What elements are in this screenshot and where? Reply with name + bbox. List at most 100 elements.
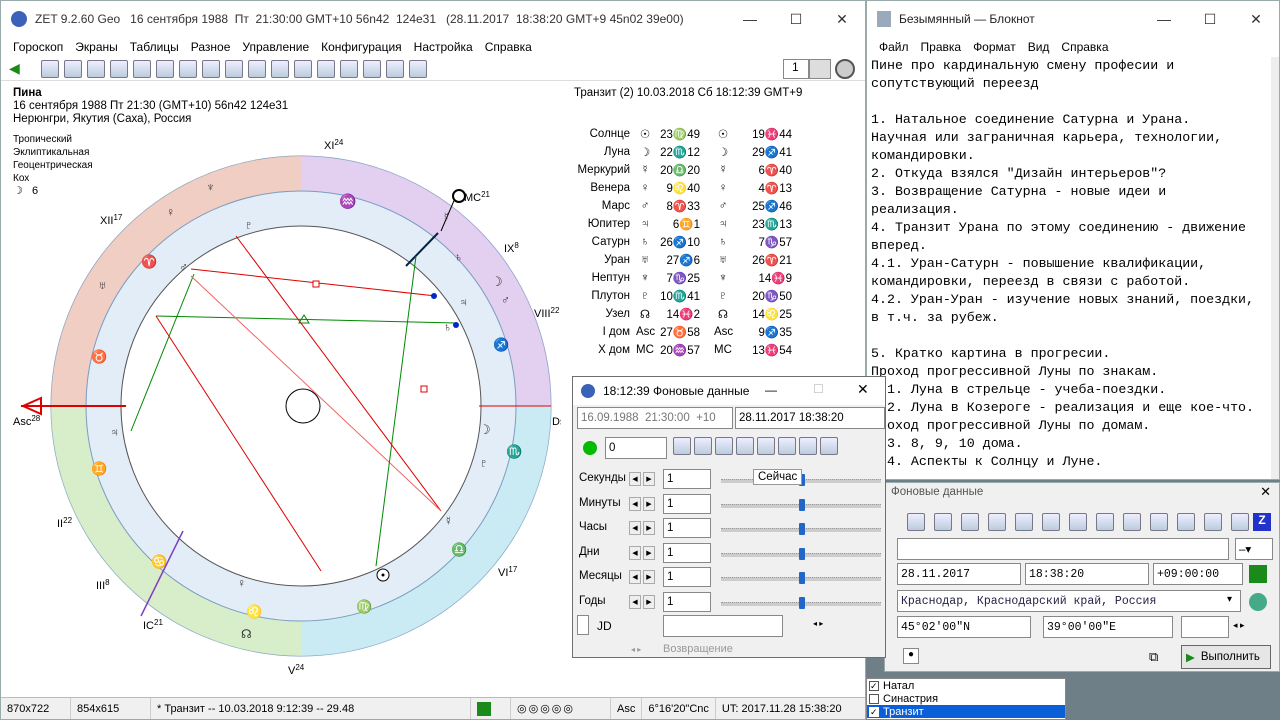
list-icon[interactable]: [293, 59, 312, 78]
row-inc-arrow-icon[interactable]: ▶: [643, 496, 655, 511]
row-step-field[interactable]: 1: [663, 567, 711, 587]
row-step-field[interactable]: 1: [663, 493, 711, 514]
row-inc-arrow-icon[interactable]: ▶: [643, 472, 655, 486]
row-dec-arrow-icon[interactable]: ◀: [629, 496, 641, 511]
bg-panel-lon[interactable]: 39°00'00"E: [1043, 616, 1173, 638]
prev-icon[interactable]: [799, 437, 817, 455]
menu-tables[interactable]: Таблицы: [130, 40, 179, 54]
wand-icon[interactable]: [178, 59, 197, 78]
np-menu-file[interactable]: Файл: [879, 40, 909, 54]
sun-icon[interactable]: [362, 59, 381, 78]
clipboard-icon[interactable]: [907, 513, 925, 531]
bg-panel-place[interactable]: Краснодар, Краснодарский край, Россия: [897, 590, 1241, 612]
circle-icon[interactable]: [1204, 513, 1222, 531]
notepad-close-icon[interactable]: ✕: [1233, 1, 1279, 37]
planet-icon[interactable]: [316, 59, 335, 78]
bg-panel-close-icon[interactable]: ✕: [1260, 484, 1271, 500]
chart-icon[interactable]: [86, 59, 105, 78]
np-menu-help[interactable]: Справка: [1061, 40, 1108, 54]
bg-dialog-counter[interactable]: 0: [605, 437, 667, 459]
heart-icon[interactable]: [247, 59, 266, 78]
menu-help[interactable]: Справка: [485, 40, 532, 54]
swap-icon[interactable]: [1177, 513, 1195, 531]
check-transit-box[interactable]: ✓: [869, 706, 879, 717]
sun-icon[interactable]: [694, 437, 712, 455]
notepad-minimize-icon[interactable]: —: [1141, 1, 1187, 37]
menu-control[interactable]: Управление: [242, 40, 309, 54]
swap-icon[interactable]: [673, 437, 691, 455]
bg-dialog-jd-arrows[interactable]: ◂ ▸: [813, 619, 823, 628]
bg-panel-date[interactable]: 28.11.2017: [897, 563, 1021, 585]
calendar-icon[interactable]: [224, 59, 243, 78]
ring-icon[interactable]: [1150, 513, 1168, 531]
menu-misc[interactable]: Разное: [191, 40, 231, 54]
bg-panel-tz[interactable]: +09:00:00: [1153, 563, 1243, 585]
bg-dialog-date-right[interactable]: 28.11.2017 18:38:20: [735, 407, 885, 429]
bg-dialog-jd-field[interactable]: [663, 615, 783, 637]
notepad-maximize-icon[interactable]: ☐: [1187, 1, 1233, 37]
row-inc-arrow-icon[interactable]: ▶: [643, 545, 655, 560]
row-step-field[interactable]: 1: [663, 542, 711, 563]
counter-spinner[interactable]: [809, 59, 831, 79]
k-icon[interactable]: [1042, 513, 1060, 531]
chart-counter[interactable]: 1: [783, 59, 809, 79]
row-inc-arrow-icon[interactable]: ▶: [643, 594, 655, 609]
notepad-textarea[interactable]: Пине про кардинальную смену професии и со…: [871, 57, 1271, 471]
calendar-icon[interactable]: [1015, 513, 1033, 531]
row-dec-arrow-icon[interactable]: ◀: [629, 545, 641, 560]
bg-panel-place-dropdown-icon[interactable]: ▾: [1227, 594, 1232, 605]
np-menu-edit[interactable]: Правка: [921, 40, 962, 54]
circle-icon[interactable]: [715, 437, 733, 455]
plug-icon[interactable]: [408, 59, 427, 78]
star-icon[interactable]: [132, 59, 151, 78]
bg-panel-copy-icon[interactable]: ⧉: [1149, 649, 1158, 665]
paste-icon[interactable]: [934, 513, 952, 531]
bg-dialog-green-dot[interactable]: [583, 441, 597, 455]
row-inc-arrow-icon[interactable]: ▶: [643, 521, 655, 535]
bg-dialog-return-arrows[interactable]: ◂ ▸: [631, 645, 641, 654]
row-step-field[interactable]: 1: [663, 591, 711, 612]
wheel-icon[interactable]: [109, 59, 128, 78]
row-slider-thumb[interactable]: [799, 572, 805, 584]
circle2-icon[interactable]: [1231, 513, 1249, 531]
bg-panel-globe-icon[interactable]: [1249, 593, 1267, 611]
close-icon[interactable]: ✕: [819, 1, 865, 37]
menu-settings[interactable]: Настройка: [414, 40, 473, 54]
check-transit[interactable]: ✓ Транзит: [867, 705, 1065, 718]
bg-panel-radio[interactable]: ●: [903, 648, 919, 664]
check-synastry-box[interactable]: [869, 693, 879, 704]
np-menu-format[interactable]: Формат: [973, 40, 1016, 54]
np-menu-view[interactable]: Вид: [1028, 40, 1050, 54]
bg-dialog-jd-check[interactable]: [577, 615, 589, 635]
bg-panel-alt-spinner[interactable]: ◂ ▸: [1233, 620, 1245, 631]
bg-panel-lat[interactable]: 45°02'00"N: [897, 616, 1031, 638]
menu-configuration[interactable]: Конфигурация: [321, 40, 402, 54]
menu-horoscope[interactable]: Гороскоп: [13, 40, 63, 54]
minimize-icon[interactable]: —: [727, 1, 773, 37]
menu-screens[interactable]: Экраны: [75, 40, 117, 54]
row-dec-arrow-icon[interactable]: ◀: [629, 594, 641, 609]
bg-dialog-minimize-icon[interactable]: —: [765, 383, 777, 397]
check-natal-box[interactable]: ✓: [869, 680, 879, 691]
row-dec-arrow-icon[interactable]: ◀: [629, 570, 641, 584]
row-dec-arrow-icon[interactable]: ◀: [629, 472, 641, 486]
row-slider-thumb[interactable]: [799, 596, 805, 609]
calendar-icon[interactable]: [736, 437, 754, 455]
status-green-square[interactable]: [471, 698, 511, 719]
back-arrow-icon[interactable]: ◀: [9, 60, 20, 77]
bg-panel-green-button[interactable]: [1249, 565, 1267, 583]
target-icon[interactable]: [339, 59, 358, 78]
row-dec-arrow-icon[interactable]: ◀: [629, 521, 641, 535]
notepad-scrollbar[interactable]: [1271, 57, 1279, 479]
tool-icon[interactable]: [385, 59, 404, 78]
globe-icon[interactable]: [63, 59, 82, 78]
save-icon[interactable]: [778, 437, 796, 455]
check-natal[interactable]: ✓ Натал: [867, 679, 1065, 692]
row-slider-thumb[interactable]: [799, 498, 805, 511]
row-slider-thumb[interactable]: [799, 547, 805, 560]
save-icon[interactable]: [988, 513, 1006, 531]
maximize-icon[interactable]: ☐: [773, 1, 819, 37]
bg-panel-name-field[interactable]: [897, 538, 1229, 560]
row-inc-arrow-icon[interactable]: ▶: [643, 570, 655, 584]
power-icon[interactable]: [835, 59, 855, 79]
